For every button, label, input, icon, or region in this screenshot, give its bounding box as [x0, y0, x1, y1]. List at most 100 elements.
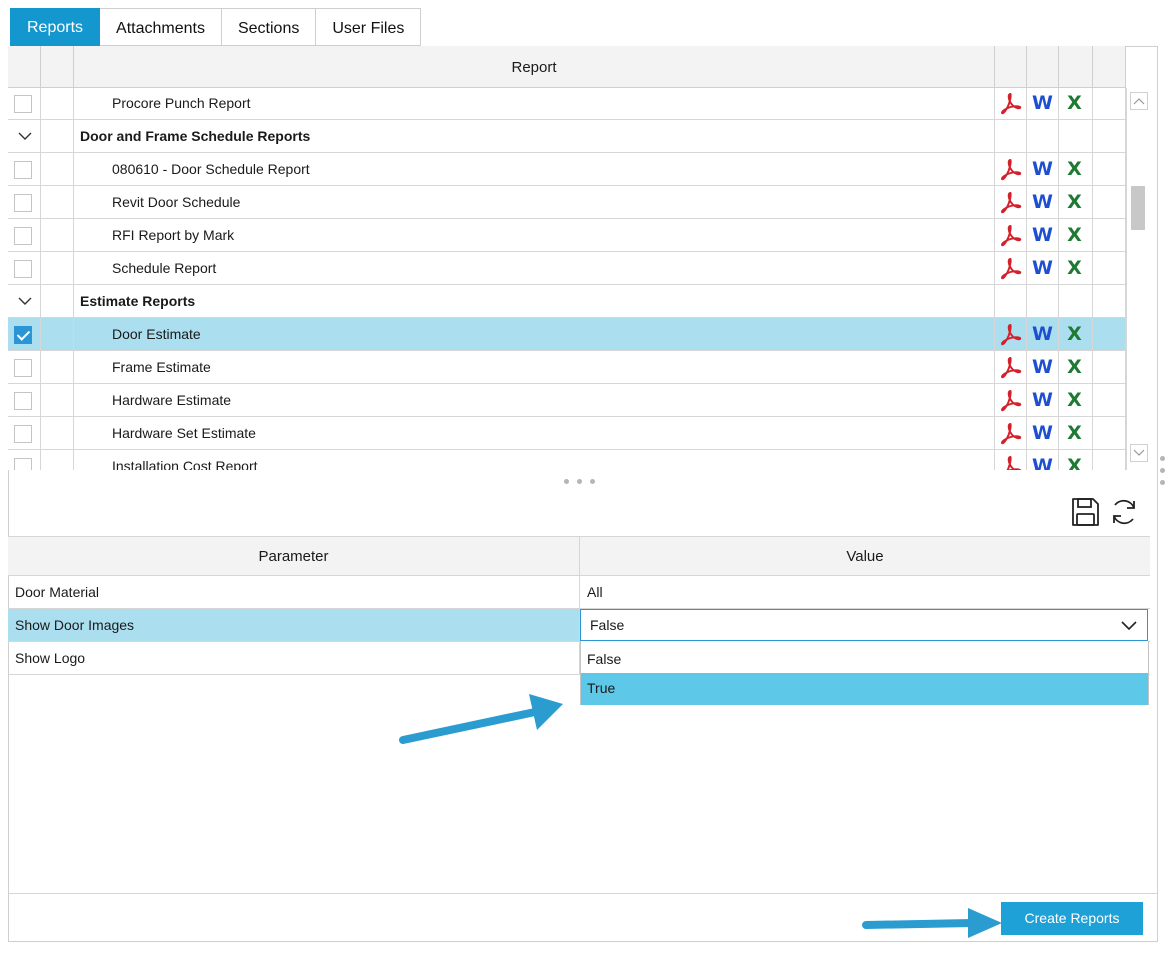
- report-grid-header: Report: [8, 46, 1126, 88]
- report-row[interactable]: Door Estimate W X: [8, 318, 1126, 351]
- pdf-cell: [995, 318, 1027, 350]
- row-checkbox[interactable]: [14, 95, 32, 113]
- chevron-down-icon[interactable]: [15, 291, 35, 311]
- trailing-cell: [1093, 120, 1126, 152]
- indent-cell: [41, 252, 74, 284]
- row-checkbox[interactable]: [14, 161, 32, 179]
- word-icon[interactable]: W: [1028, 320, 1057, 348]
- pdf-icon[interactable]: [996, 419, 1025, 447]
- tab-bar: Reports Attachments Sections User Files: [10, 8, 422, 46]
- scroll-up-button[interactable]: [1130, 92, 1148, 110]
- word-icon[interactable]: W: [1028, 89, 1057, 117]
- word-cell: W: [1027, 252, 1059, 284]
- pdf-icon[interactable]: [996, 452, 1025, 470]
- report-row[interactable]: Hardware Set Estimate W X: [8, 417, 1126, 450]
- report-row[interactable]: 080610 - Door Schedule Report W X: [8, 153, 1126, 186]
- tab-user-files[interactable]: User Files: [316, 8, 422, 46]
- report-row[interactable]: Schedule Report W X: [8, 252, 1126, 285]
- pdf-icon[interactable]: [996, 89, 1025, 117]
- value-column-header[interactable]: Value: [580, 537, 1150, 575]
- excel-cell: X: [1059, 417, 1093, 449]
- report-group-label: Estimate Reports: [74, 285, 995, 317]
- report-list-scrollbar[interactable]: [1126, 88, 1150, 470]
- excel-icon[interactable]: X: [1060, 386, 1089, 414]
- word-icon[interactable]: W: [1028, 221, 1057, 249]
- tab-sections[interactable]: Sections: [221, 8, 317, 46]
- pdf-icon[interactable]: [996, 221, 1025, 249]
- header-pdf-cell: [995, 46, 1027, 88]
- report-row[interactable]: Frame Estimate W X: [8, 351, 1126, 384]
- tab-reports[interactable]: Reports: [10, 8, 101, 46]
- scroll-down-button[interactable]: [1130, 444, 1148, 462]
- trailing-cell: [1093, 219, 1126, 251]
- pdf-cell: [995, 120, 1027, 152]
- word-icon[interactable]: W: [1028, 254, 1057, 282]
- save-button[interactable]: [1068, 495, 1102, 529]
- trailing-cell: [1093, 417, 1126, 449]
- splitter-dot: [1160, 456, 1165, 461]
- parameter-grid-header: Parameter Value: [8, 536, 1150, 576]
- select-cell: [8, 153, 41, 185]
- parameter-column-header[interactable]: Parameter: [8, 537, 580, 575]
- word-icon[interactable]: W: [1028, 452, 1057, 470]
- value-select[interactable]: False: [580, 609, 1148, 641]
- report-column-header[interactable]: Report: [74, 46, 995, 88]
- pdf-icon[interactable]: [996, 386, 1025, 414]
- excel-icon[interactable]: X: [1060, 221, 1089, 249]
- row-checkbox[interactable]: [14, 227, 32, 245]
- row-checkbox[interactable]: [14, 392, 32, 410]
- panel-splitter-handle[interactable]: [560, 478, 600, 486]
- word-icon[interactable]: W: [1028, 419, 1057, 447]
- pdf-icon[interactable]: [996, 188, 1025, 216]
- excel-icon[interactable]: X: [1060, 452, 1089, 470]
- row-checkbox[interactable]: [14, 260, 32, 278]
- pdf-icon[interactable]: [996, 353, 1025, 381]
- dropdown-option-true[interactable]: True: [581, 673, 1148, 705]
- excel-icon[interactable]: X: [1060, 419, 1089, 447]
- row-checkbox[interactable]: [14, 359, 32, 377]
- excel-icon[interactable]: X: [1060, 254, 1089, 282]
- report-row[interactable]: Revit Door Schedule W X: [8, 186, 1126, 219]
- report-row[interactable]: Procore Punch Report W X: [8, 88, 1126, 120]
- indent-cell: [41, 285, 74, 317]
- report-row[interactable]: Installation Cost Report W X: [8, 450, 1126, 470]
- report-group-row[interactable]: Estimate Reports: [8, 285, 1126, 318]
- row-checkbox[interactable]: [14, 458, 32, 470]
- indent-cell: [41, 120, 74, 152]
- word-icon[interactable]: W: [1028, 188, 1057, 216]
- row-checkbox[interactable]: [14, 326, 32, 344]
- create-reports-button[interactable]: Create Reports: [1001, 902, 1143, 935]
- excel-icon[interactable]: X: [1060, 320, 1089, 348]
- refresh-button[interactable]: [1107, 495, 1141, 529]
- report-name: Installation Cost Report: [74, 450, 995, 470]
- select-cell: [8, 384, 41, 416]
- parameter-row-show-door-images[interactable]: Show Door Images False: [8, 609, 1150, 642]
- excel-icon[interactable]: X: [1060, 89, 1089, 117]
- word-icon[interactable]: W: [1028, 353, 1057, 381]
- tab-attachments[interactable]: Attachments: [100, 8, 222, 46]
- excel-icon[interactable]: X: [1060, 353, 1089, 381]
- row-checkbox[interactable]: [14, 425, 32, 443]
- pdf-icon[interactable]: [996, 320, 1025, 348]
- scroll-thumb[interactable]: [1131, 186, 1145, 230]
- report-group-row[interactable]: Door and Frame Schedule Reports: [8, 120, 1126, 153]
- side-panel-resize-handle[interactable]: [1158, 448, 1168, 492]
- chevron-down-icon[interactable]: [15, 126, 35, 146]
- parameter-row-door-material[interactable]: Door Material All: [8, 576, 1150, 609]
- pdf-icon[interactable]: [996, 254, 1025, 282]
- excel-icon[interactable]: X: [1060, 155, 1089, 183]
- row-checkbox[interactable]: [14, 194, 32, 212]
- word-icon[interactable]: W: [1028, 386, 1057, 414]
- word-icon[interactable]: W: [1028, 155, 1057, 183]
- word-cell: W: [1027, 219, 1059, 251]
- indent-cell: [41, 384, 74, 416]
- excel-icon[interactable]: X: [1060, 188, 1089, 216]
- dropdown-option-false[interactable]: False: [581, 641, 1148, 673]
- report-row[interactable]: Hardware Estimate W X: [8, 384, 1126, 417]
- report-row[interactable]: RFI Report by Mark W X: [8, 219, 1126, 252]
- word-cell: W: [1027, 384, 1059, 416]
- pdf-icon[interactable]: [996, 155, 1025, 183]
- report-group-label: Door and Frame Schedule Reports: [74, 120, 995, 152]
- parameter-value[interactable]: All: [580, 576, 1150, 608]
- parameter-name: Show Door Images: [8, 609, 580, 641]
